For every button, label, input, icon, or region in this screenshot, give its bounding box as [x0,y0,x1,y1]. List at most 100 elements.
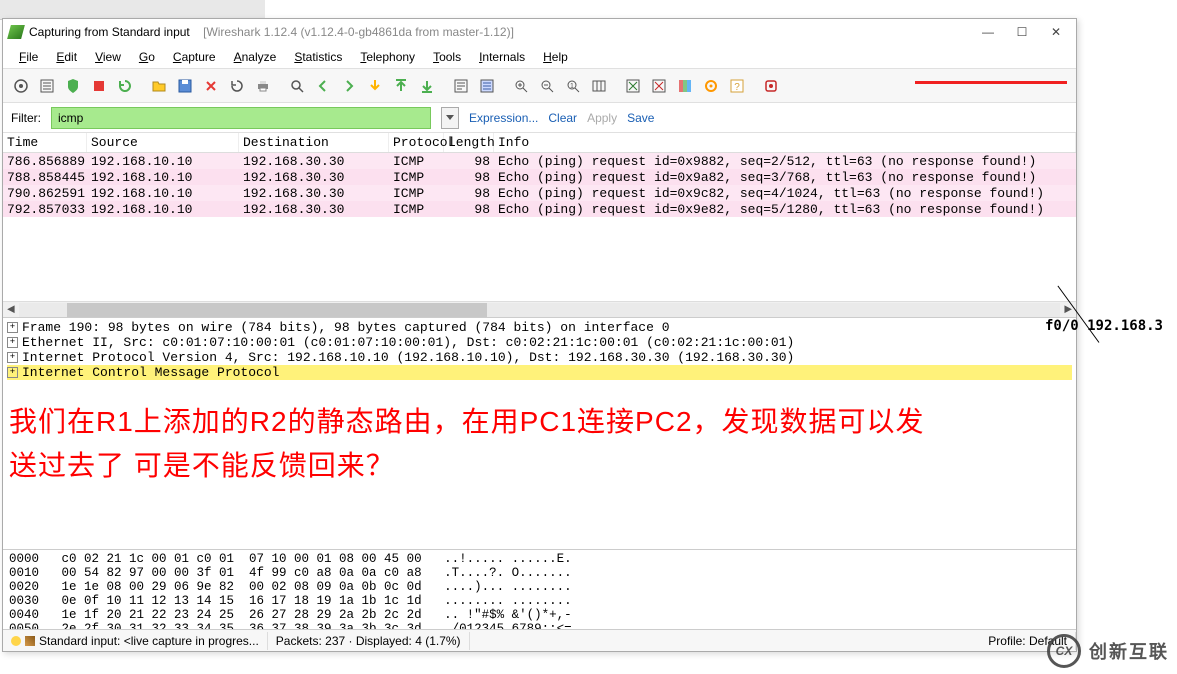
find-icon[interactable] [285,74,309,98]
col-protocol-header[interactable]: Protocol [389,133,444,152]
interfaces-icon[interactable] [9,74,33,98]
cell-length: 98 [444,154,494,169]
restart-capture-icon[interactable] [113,74,137,98]
help-icon[interactable]: ? [725,74,749,98]
filter-input[interactable]: icmp [51,107,431,129]
scroll-left-icon[interactable]: ◄ [3,302,19,317]
goto-last-icon[interactable] [415,74,439,98]
menu-capture[interactable]: Capture [165,48,224,66]
close-button[interactable]: ✕ [1048,25,1064,39]
packet-row[interactable]: 786.856889 192.168.10.10 192.168.30.30 I… [3,153,1076,169]
cell-protocol: ICMP [389,154,444,169]
cell-info: Echo (ping) request id=0x9c82, seq=4/102… [494,186,1076,201]
close-file-icon[interactable] [199,74,223,98]
col-time-header[interactable]: Time [3,133,87,152]
capture-led-icon [11,636,21,646]
expand-icon[interactable]: + [7,352,18,363]
resize-columns-icon[interactable] [587,74,611,98]
packet-row[interactable]: 790.862591 192.168.10.10 192.168.30.30 I… [3,185,1076,201]
expand-icon[interactable]: + [7,337,18,348]
col-info-header[interactable]: Info [494,133,1076,152]
filter-clear-link[interactable]: Clear [548,111,577,125]
preferences-icon[interactable] [699,74,723,98]
open-file-icon[interactable] [147,74,171,98]
filter-expression-link[interactable]: Expression... [469,111,538,125]
cell-destination: 192.168.30.30 [239,202,389,217]
minimize-button[interactable]: — [980,25,996,39]
zoom-reset-icon[interactable]: 1 [561,74,585,98]
filter-save-link[interactable]: Save [627,111,654,125]
filter-dropdown-icon[interactable] [441,107,459,129]
cell-length: 98 [444,170,494,185]
packet-list-body: 786.856889 192.168.10.10 192.168.30.30 I… [3,153,1076,301]
wireshark-logo-icon [7,25,25,39]
hex-row: 0000 c0 02 21 1c 00 01 c0 01 07 10 00 01… [9,552,1070,566]
col-length-header[interactable]: Length [444,133,494,152]
colorize-icon[interactable] [475,74,499,98]
menu-analyze[interactable]: Analyze [226,48,285,66]
window-controls: — ☐ ✕ [980,25,1064,39]
tree-label: Ethernet II, Src: c0:01:07:10:00:01 (c0:… [22,335,794,350]
statusbar: Standard input: <live capture in progres… [3,629,1076,651]
cell-info: Echo (ping) request id=0x9a82, seq=3/768… [494,170,1076,185]
packet-row[interactable]: 792.857033 192.168.10.10 192.168.30.30 I… [3,201,1076,217]
menu-view[interactable]: View [87,48,129,66]
cell-destination: 192.168.30.30 [239,154,389,169]
goto-packet-icon[interactable] [363,74,387,98]
packet-row[interactable]: 788.858445 192.168.10.10 192.168.30.30 I… [3,169,1076,185]
tree-icmp[interactable]: +Internet Control Message Protocol [7,365,1072,380]
svg-text:?: ? [734,82,740,93]
filter-apply-link[interactable]: Apply [587,111,617,125]
options-icon[interactable] [35,74,59,98]
start-capture-icon[interactable] [61,74,85,98]
scroll-thumb[interactable] [67,303,487,317]
menu-help[interactable]: Help [535,48,576,66]
packet-bytes-pane[interactable]: 0000 c0 02 21 1c 00 01 c0 01 07 10 00 01… [3,549,1076,629]
scroll-track[interactable] [19,303,1060,317]
cell-protocol: ICMP [389,170,444,185]
autoscroll-icon[interactable] [449,74,473,98]
status-left-text: Standard input: <live capture in progres… [39,634,259,648]
menu-internals[interactable]: Internals [471,48,533,66]
expert-info-icon[interactable] [25,636,35,646]
go-back-icon[interactable] [311,74,335,98]
menu-telephony[interactable]: Telephony [352,48,423,66]
go-forward-icon[interactable] [337,74,361,98]
capture-filters-icon[interactable] [621,74,645,98]
toolbar: 1 ? [3,69,1076,103]
tree-ethernet[interactable]: + Ethernet II, Src: c0:01:07:10:00:01 (c0… [7,335,1072,350]
cell-source: 192.168.10.10 [87,202,239,217]
watermark-text: 创新互联 [1089,638,1169,664]
menu-statistics[interactable]: Statistics [286,48,350,66]
menu-file[interactable]: File [11,48,46,66]
reload-icon[interactable] [225,74,249,98]
menubar: File Edit View Go Capture Analyze Statis… [3,45,1076,69]
titlebar: Capturing from Standard input [Wireshark… [3,19,1076,45]
save-file-icon[interactable] [173,74,197,98]
packet-list-header: Time Source Destination Protocol Length … [3,133,1076,153]
expand-icon[interactable]: + [7,367,18,378]
cell-length: 98 [444,202,494,217]
maximize-button[interactable]: ☐ [1014,25,1030,39]
cell-time: 790.862591 [3,186,87,201]
packet-list-pane: Time Source Destination Protocol Length … [3,133,1076,317]
print-icon[interactable] [251,74,275,98]
expand-icon[interactable]: + [7,322,18,333]
annotation-line-1: 我们在R1上添加的R2的静态路由，在用PC1连接PC2，发现数据可以发 [9,400,925,444]
stop-capture-icon[interactable] [87,74,111,98]
tree-ip[interactable]: +Internet Protocol Version 4, Src: 192.1… [7,350,1072,365]
coloring-rules-icon[interactable] [673,74,697,98]
wireless-icon[interactable] [759,74,783,98]
zoom-out-icon[interactable] [535,74,559,98]
col-destination-header[interactable]: Destination [239,133,389,152]
menu-go[interactable]: Go [131,48,163,66]
cell-time: 788.858445 [3,170,87,185]
col-source-header[interactable]: Source [87,133,239,152]
goto-first-icon[interactable] [389,74,413,98]
zoom-in-icon[interactable] [509,74,533,98]
packet-list-hscroll[interactable]: ◄ ► [3,301,1076,317]
display-filters-icon[interactable] [647,74,671,98]
tree-frame[interactable]: +Frame 190: 98 bytes on wire (784 bits),… [7,320,1072,335]
menu-edit[interactable]: Edit [48,48,85,66]
menu-tools[interactable]: Tools [425,48,469,66]
